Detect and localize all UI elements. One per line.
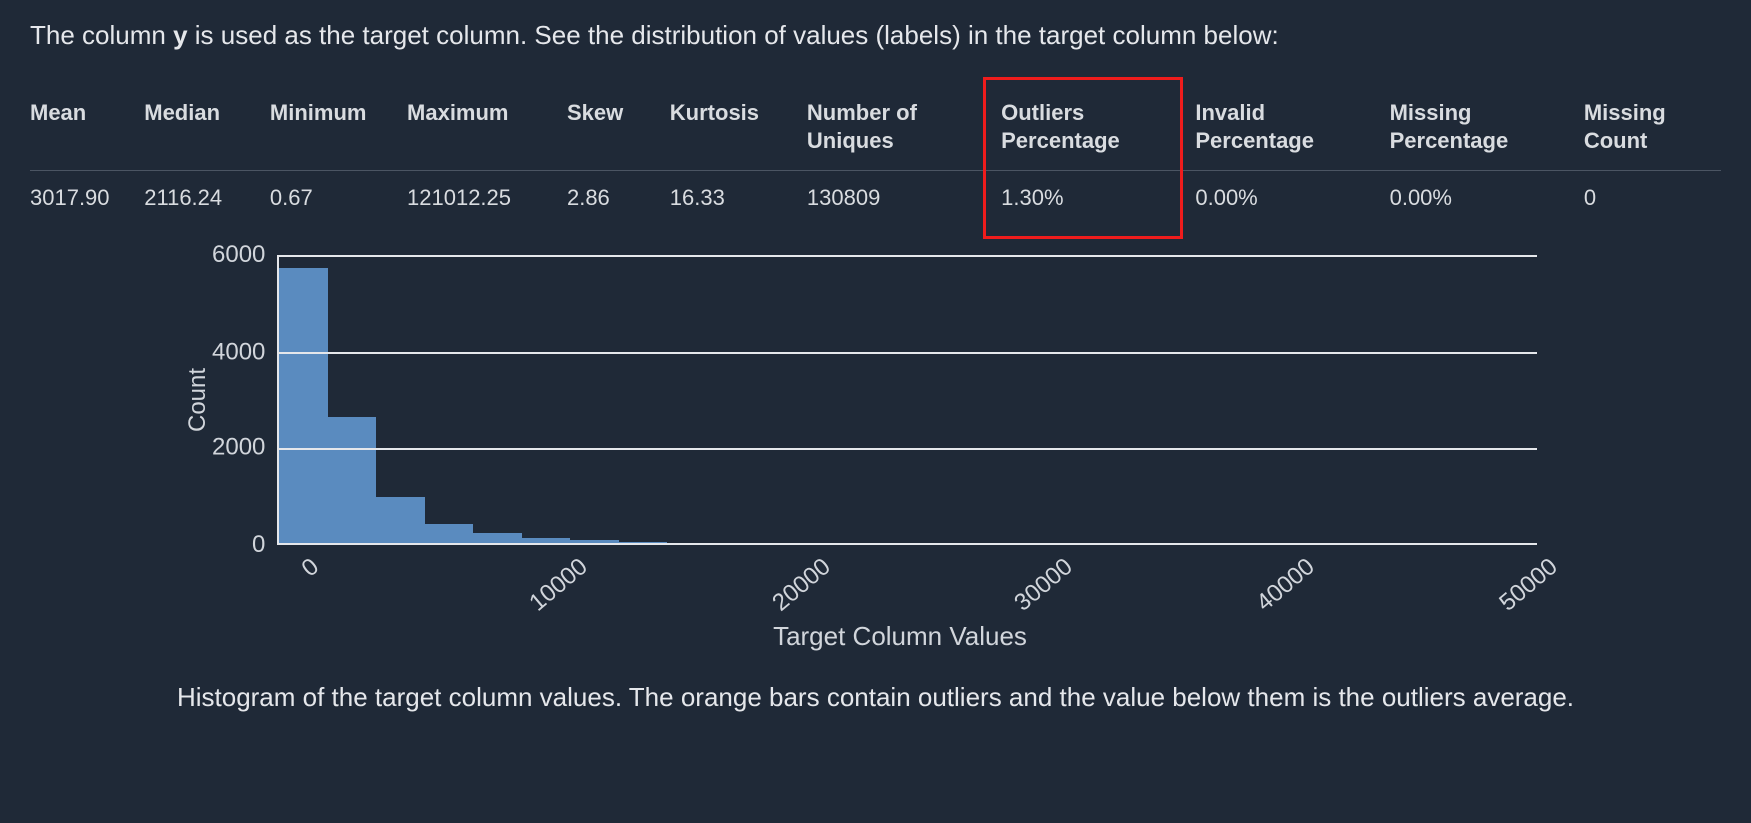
stats-header-cell: Maximum: [407, 91, 567, 171]
intro-prefix: The column: [30, 20, 173, 50]
x-tick-label: 10000: [525, 553, 594, 617]
x-axis-label: Target Column Values: [270, 621, 1530, 652]
x-tick-label: 30000: [1009, 553, 1078, 617]
stats-value-cell: 0.00%: [1195, 171, 1389, 226]
intro-text: The column y is used as the target colum…: [30, 20, 1721, 51]
stats-value-cell: 0.67: [270, 171, 407, 226]
stats-header-cell: Minimum: [270, 91, 407, 171]
intro-suffix: is used as the target column. See the di…: [188, 20, 1279, 50]
stats-value-cell: 2116.24: [144, 171, 270, 226]
x-tick-label: 50000: [1494, 553, 1563, 617]
histogram-bar: [425, 524, 473, 543]
stats-table-wrap: MeanMedianMinimumMaximumSkewKurtosisNumb…: [30, 91, 1721, 225]
stats-header-cell: Mean: [30, 91, 144, 171]
stats-header-cell: Skew: [567, 91, 670, 171]
x-tick-label: 40000: [1251, 553, 1320, 617]
y-tick-label: 6000: [212, 243, 265, 267]
histogram-bars: [279, 255, 1537, 543]
histogram-bar: [376, 497, 424, 543]
target-column-name: y: [173, 20, 187, 50]
y-tick-label: 0: [212, 533, 265, 557]
plot-area: [277, 255, 1537, 545]
stats-header-cell: Missing Count: [1584, 91, 1721, 171]
chart-caption: Histogram of the target column values. T…: [30, 682, 1721, 713]
stats-header-cell: Median: [144, 91, 270, 171]
y-tick-label: 4000: [212, 340, 265, 364]
stats-header-cell: Kurtosis: [670, 91, 807, 171]
stats-value-cell: 1.30%: [1001, 171, 1195, 226]
histogram-bar: [328, 417, 376, 543]
stats-value-cell: 130809: [807, 171, 1001, 226]
gridline: [279, 352, 1537, 354]
histogram-chart: Count 6000400020000 01000020000300004000…: [178, 255, 1573, 652]
stats-header-cell: Outliers Percentage: [1001, 91, 1195, 171]
stats-header-cell: Number of Uniques: [807, 91, 1001, 171]
y-axis-label: Count: [178, 255, 212, 545]
stats-value-cell: 3017.90: [30, 171, 144, 226]
stats-header-cell: Invalid Percentage: [1195, 91, 1389, 171]
stats-value-cell: 0.00%: [1390, 171, 1584, 226]
histogram-bar: [522, 538, 570, 543]
y-axis-ticks: 6000400020000: [212, 255, 277, 545]
x-tick-label: 20000: [767, 553, 836, 617]
y-tick-label: 2000: [212, 436, 265, 460]
stats-header-row: MeanMedianMinimumMaximumSkewKurtosisNumb…: [30, 91, 1721, 171]
stats-table: MeanMedianMinimumMaximumSkewKurtosisNumb…: [30, 91, 1721, 225]
stats-value-cell: 121012.25: [407, 171, 567, 226]
histogram-bar: [473, 533, 521, 543]
x-axis-ticks: 01000020000300004000050000: [270, 545, 1530, 615]
histogram-bar: [619, 542, 667, 543]
histogram-bar: [279, 268, 327, 544]
stats-value-cell: 16.33: [670, 171, 807, 226]
gridline: [279, 448, 1537, 450]
stats-value-cell: 2.86: [567, 171, 670, 226]
stats-value-row: 3017.902116.240.67121012.252.8616.331308…: [30, 171, 1721, 226]
stats-header-cell: Missing Percentage: [1390, 91, 1584, 171]
x-tick-label: 0: [296, 553, 324, 583]
histogram-bar: [570, 540, 618, 543]
stats-value-cell: 0: [1584, 171, 1721, 226]
gridline: [279, 255, 1537, 257]
